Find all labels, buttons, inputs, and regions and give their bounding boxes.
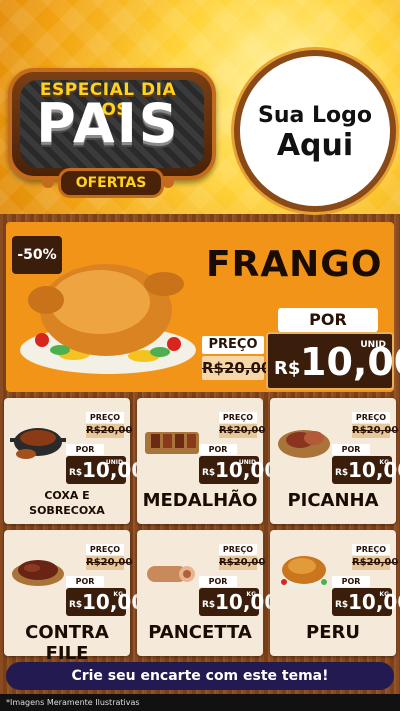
hero-price-box: R$ 10,00 UNID bbox=[266, 332, 400, 390]
hero-title: FRANGO bbox=[206, 244, 383, 285]
event-badge: ESPECIAL DIA DOS PAIS OFERTAS bbox=[8, 58, 216, 198]
pork-roll-icon bbox=[147, 566, 195, 582]
card-currency: R$ bbox=[335, 468, 349, 478]
hero-preco-label: PREÇO bbox=[202, 336, 264, 354]
card-por-label: POR bbox=[332, 576, 370, 587]
logo-line-1: Sua Logo bbox=[257, 103, 372, 128]
badge-offers-pill: OFERTAS bbox=[58, 168, 164, 198]
create-flyer-button[interactable]: Crie seu encarte com este tema! bbox=[6, 662, 394, 690]
card-por-label: POR bbox=[199, 444, 237, 455]
card-name: MEDALHÃO bbox=[142, 490, 258, 511]
card-currency: R$ bbox=[69, 600, 83, 610]
hero-old-price: R$20,00 bbox=[202, 356, 271, 380]
product-card[interactable]: PREÇO R$20,00 POR R$ 10,00 UNID MEDALHÃO bbox=[137, 398, 278, 524]
card-unit: UNID bbox=[105, 459, 123, 466]
card-price-box: R$ 10,00 UNID bbox=[199, 456, 278, 484]
card-por-label: POR bbox=[199, 576, 237, 587]
card-old-price: R$20,00 bbox=[86, 424, 133, 438]
card-unit: UNID bbox=[238, 459, 256, 466]
hero-currency: R$ bbox=[274, 358, 301, 379]
card-old-price: R$20,00 bbox=[352, 424, 399, 438]
footer-disclaimer: *Imagens Meramente Ilustrativas bbox=[0, 694, 400, 711]
card-preco-label: PREÇO bbox=[86, 544, 124, 555]
card-name: PICANHA bbox=[287, 490, 379, 511]
card-currency: R$ bbox=[202, 468, 216, 478]
logo-placeholder: Sua Logo Aqui bbox=[234, 50, 396, 212]
hero-unit: UNID bbox=[360, 340, 386, 350]
card-price-box: R$ 10,00 KG bbox=[66, 588, 145, 616]
card-por-label: POR bbox=[66, 444, 104, 455]
hero-por-label: POR bbox=[278, 308, 378, 332]
drumstick-pot-icon bbox=[10, 428, 66, 459]
product-card[interactable]: PREÇO R$20,00 POR R$ 10,00 KG PICANHA bbox=[270, 398, 400, 524]
card-old-price: R$20,00 bbox=[219, 424, 266, 438]
card-name: PANCETTA bbox=[148, 622, 252, 643]
card-unit: KG bbox=[113, 591, 123, 598]
product-card[interactable]: PREÇO R$20,00 POR R$ 10,00 KG PERU bbox=[270, 530, 400, 656]
card-preco-label: PREÇO bbox=[219, 412, 257, 423]
card-price: 10,00 bbox=[348, 590, 400, 614]
discount-badge: -50% bbox=[12, 236, 62, 274]
card-price-box: R$ 10,00 KG bbox=[199, 588, 278, 616]
card-old-price: R$20,00 bbox=[352, 556, 399, 570]
product-card[interactable]: PREÇO R$20,00 POR R$ 10,00 UNID COXA E S… bbox=[4, 398, 145, 524]
card-preco-label: PREÇO bbox=[352, 412, 390, 423]
card-unit: KG bbox=[246, 591, 256, 598]
card-por-label: POR bbox=[66, 576, 104, 587]
card-currency: R$ bbox=[335, 600, 349, 610]
card-name: PERU bbox=[306, 622, 360, 643]
card-old-price: R$20,00 bbox=[219, 556, 266, 570]
card-price-box: R$ 10,00 UNID bbox=[66, 456, 145, 484]
card-unit: KG bbox=[379, 459, 389, 466]
card-price-box: R$ 10,00 KG bbox=[332, 456, 400, 484]
card-preco-label: PREÇO bbox=[352, 544, 390, 555]
logo-line-2: Aqui bbox=[276, 128, 354, 163]
card-preco-label: PREÇO bbox=[219, 544, 257, 555]
badge-dot bbox=[42, 176, 54, 188]
product-card[interactable]: PREÇO R$20,00 POR R$ 10,00 KG CONTRA FIL… bbox=[4, 530, 145, 664]
product-card[interactable]: PREÇO R$20,00 POR R$ 10,00 KG PANCETTA bbox=[137, 530, 278, 656]
card-name: CONTRA FILE bbox=[25, 622, 109, 664]
card-preco-label: PREÇO bbox=[86, 412, 124, 423]
roast-turkey-icon bbox=[278, 556, 330, 590]
card-currency: R$ bbox=[202, 600, 216, 610]
skewer-board-icon bbox=[145, 432, 199, 454]
card-unit: KG bbox=[379, 591, 389, 598]
card-price-box: R$ 10,00 KG bbox=[332, 588, 400, 616]
card-por-label: POR bbox=[332, 444, 370, 455]
steak-icon bbox=[12, 560, 64, 586]
card-currency: R$ bbox=[69, 468, 83, 478]
card-price: 10,00 bbox=[348, 458, 400, 482]
card-name: COXA E SOBRECOXA bbox=[29, 489, 105, 517]
steak-board-icon bbox=[278, 430, 330, 458]
badge-title: PAIS bbox=[36, 92, 180, 155]
card-old-price: R$20,00 bbox=[86, 556, 133, 570]
